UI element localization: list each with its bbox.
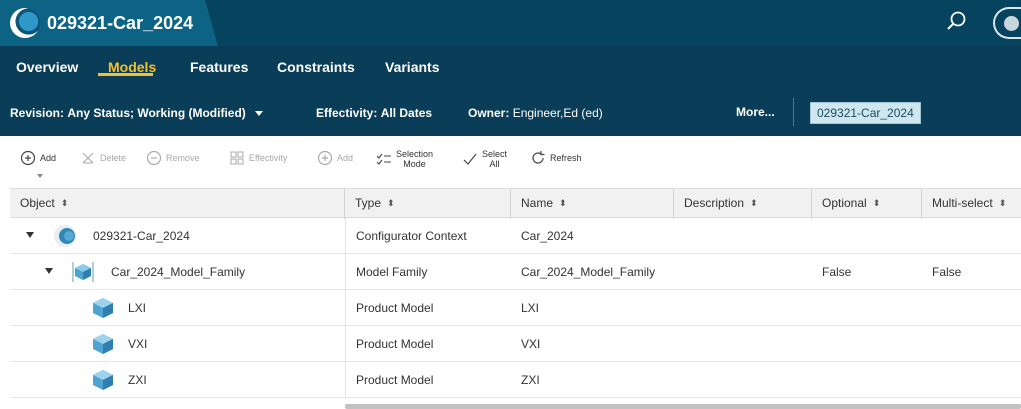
effectivity-value: All Dates (380, 106, 433, 120)
select-all-line2: All (489, 159, 500, 169)
object-name[interactable]: ZXI (128, 362, 147, 398)
cell-name: Car_2024_Model_Family (521, 265, 656, 279)
expand-caret-icon[interactable] (26, 232, 34, 238)
table-row[interactable]: VXI Product Model VXI (10, 326, 1021, 362)
context-chip[interactable]: 029321-Car_2024 (810, 102, 921, 124)
delete-button[interactable]: Delete (80, 150, 126, 166)
remove-label: Remove (166, 153, 200, 163)
cell-type: Product Model (345, 362, 511, 398)
model-family-icon (70, 260, 96, 284)
sort-icon: ⬍ (998, 198, 1007, 209)
plus-circle-icon (317, 150, 333, 166)
sort-icon: ⬍ (60, 198, 69, 209)
table-row[interactable]: Car_2024_Model_Family Model Family Car_2… (10, 254, 1021, 290)
sort-icon: ⬍ (559, 198, 567, 209)
column-header-name[interactable]: Name ⬍ (511, 189, 674, 219)
top-header: 029321-Car_2024 (0, 0, 1021, 46)
product-model-icon (90, 332, 116, 356)
owner-filter[interactable]: Owner: Engineer,Ed (ed) (468, 106, 603, 120)
plus-circle-icon (20, 150, 36, 166)
cell-type: Product Model (345, 290, 511, 326)
revision-label: Revision: (10, 106, 65, 120)
column-header-optional[interactable]: Optional ⬍ (812, 189, 922, 219)
nav-bar: Overview Models Features Constraints Var… (0, 46, 1021, 136)
add-button[interactable]: Add (20, 150, 56, 166)
horizontal-scrollbar[interactable] (345, 404, 1021, 409)
remove-button[interactable]: Remove (146, 150, 200, 166)
revision-filter[interactable]: Revision: Any Status; Working (Modified) (10, 106, 264, 120)
checkmark-icon (463, 153, 477, 165)
add-secondary-button[interactable]: Add (317, 150, 353, 166)
selection-mode-button[interactable]: Selection Mode (376, 149, 433, 169)
cell-optional (812, 218, 922, 254)
effectivity-button-label: Effectivity (249, 153, 288, 163)
sort-icon: ⬍ (750, 198, 758, 209)
tab-overview[interactable]: Overview (16, 59, 78, 75)
owner-label: Owner: (468, 106, 510, 120)
object-name[interactable]: 029321-Car_2024 (93, 218, 190, 254)
cell-name: LXI (521, 301, 540, 315)
minus-circle-icon (146, 150, 162, 166)
title-tab: 029321-Car_2024 (0, 0, 218, 46)
refresh-icon (532, 151, 545, 164)
tab-variants[interactable]: Variants (385, 59, 439, 75)
select-all-line1: Select (482, 149, 508, 159)
column-header-multi-select[interactable]: Multi-select ⬍ (922, 189, 1021, 219)
configurator-context-icon (52, 224, 78, 248)
cell-type: Product Model (345, 326, 511, 362)
delete-icon (82, 152, 94, 164)
cell-name: VXI (521, 337, 541, 351)
app-title: 029321-Car_2024 (47, 13, 194, 33)
cell-type: Model Family (345, 254, 511, 290)
owner-value: Engineer,Ed (ed) (512, 106, 603, 120)
select-all-button[interactable]: Select All (462, 149, 507, 169)
user-avatar-button[interactable] (993, 7, 1021, 39)
refresh-label: Refresh (550, 153, 582, 163)
add-label: Add (40, 153, 57, 163)
cell-name: ZXI (521, 373, 540, 387)
expand-caret-icon[interactable] (45, 268, 53, 274)
delete-label: Delete (100, 153, 127, 163)
effectivity-filter[interactable]: Effectivity: All Dates (316, 106, 432, 120)
tab-features[interactable]: Features (190, 59, 248, 75)
table-row[interactable]: 029321-Car_2024 Configurator Context Car… (10, 218, 1021, 254)
selection-mode-line1: Selection (396, 149, 434, 159)
search-icon[interactable] (944, 9, 970, 35)
object-name[interactable]: LXI (128, 290, 146, 326)
app-logo-icon (10, 8, 40, 38)
checklist-icon (376, 153, 391, 165)
product-model-icon (90, 296, 116, 320)
tab-constraints[interactable]: Constraints (277, 59, 355, 75)
refresh-button[interactable]: Refresh (530, 150, 582, 166)
active-tab-indicator (98, 73, 153, 76)
cell-name: Car_2024 (521, 229, 574, 243)
add-secondary-label: Add (337, 153, 354, 163)
object-name[interactable]: VXI (128, 326, 147, 362)
cell-type: Configurator Context (345, 218, 511, 254)
table-header: Object ⬍ Type ⬍ Name ⬍ Description ⬍ Optiona… (10, 188, 1021, 219)
cell-multi-select (922, 218, 1021, 254)
column-header-description[interactable]: Description ⬍ (674, 189, 812, 219)
revision-value: Any Status; Working (Modified) (67, 106, 246, 120)
chevron-down-icon (255, 111, 264, 117)
column-header-type[interactable]: Type ⬍ (345, 189, 511, 219)
object-name[interactable]: Car_2024_Model_Family (111, 254, 245, 290)
add-dropdown-icon[interactable] (37, 174, 43, 178)
sort-icon: ⬍ (872, 198, 881, 209)
table-row[interactable]: LXI Product Model LXI (10, 290, 1021, 326)
selection-mode-line2: Mode (403, 159, 426, 169)
more-button[interactable]: More... (736, 105, 775, 119)
cell-multi-select: False (932, 265, 962, 279)
effectivity-button[interactable]: Effectivity (229, 150, 287, 166)
divider (793, 98, 794, 126)
table-row[interactable]: ZXI Product Model ZXI (10, 362, 1021, 398)
avatar-icon (1004, 16, 1019, 31)
cell-optional: False (822, 265, 852, 279)
sort-icon: ⬍ (387, 198, 395, 209)
effectivity-icon (230, 151, 244, 165)
product-model-icon (90, 368, 116, 392)
toolbar: Add Delete Remove Effectivity Add Select… (0, 136, 1021, 188)
effectivity-label: Effectivity: (316, 106, 378, 120)
column-header-object[interactable]: Object ⬍ (10, 189, 345, 219)
